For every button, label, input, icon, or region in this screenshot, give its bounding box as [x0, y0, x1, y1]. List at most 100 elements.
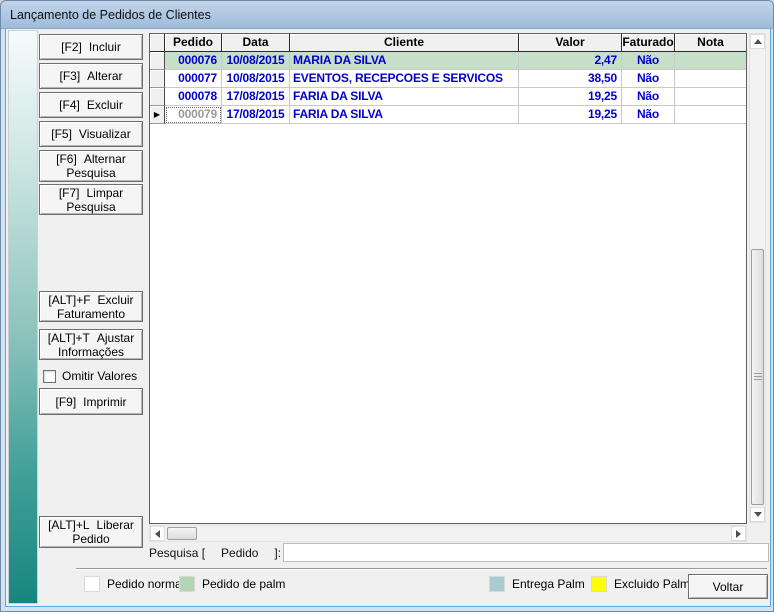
legend-label: Excluido Palm — [614, 577, 690, 591]
button-key: [ALT]+F — [48, 293, 90, 307]
cell-data[interactable]: 17/08/2015 — [222, 106, 290, 124]
cell-faturado[interactable]: Não — [622, 52, 675, 70]
checkbox-box-icon[interactable] — [43, 370, 56, 383]
scroll-down-button[interactable] — [750, 507, 765, 522]
button-label: Alternar — [84, 152, 126, 166]
scroll-right-button[interactable] — [731, 526, 746, 541]
liberar-pedido-button[interactable]: [ALT]+LLiberar Pedido — [39, 516, 143, 548]
cell-faturado[interactable]: Não — [622, 88, 675, 106]
alternar-pesquisa-button[interactable]: [F6]Alternar Pesquisa — [39, 150, 143, 182]
button-label2: Pedido — [72, 532, 109, 546]
title-bar[interactable]: Lançamento de Pedidos de Clientes — [1, 1, 774, 29]
legend-entrega-palm: Entrega Palm — [489, 576, 585, 592]
legend-swatch-green — [179, 576, 195, 592]
column-header-pedido[interactable]: Pedido — [165, 34, 222, 52]
button-label2: Faturamento — [57, 307, 125, 321]
footer-separator — [76, 568, 767, 570]
vertical-scroll-track[interactable] — [750, 49, 765, 507]
checkbox-label: Omitir Valores — [62, 369, 137, 383]
orders-grid: Pedido Data Cliente Valor Faturado Nota … — [149, 33, 747, 524]
table-row[interactable]: 000077 10/08/2015 EVENTOS, RECEPCOES E S… — [150, 70, 746, 88]
column-header-data[interactable]: Data — [222, 34, 290, 52]
vertical-scrollbar[interactable] — [749, 33, 766, 523]
scroll-right-icon — [736, 530, 741, 538]
cell-pedido-focused[interactable]: 000079 — [165, 106, 222, 124]
table-row-selected[interactable]: ▶ 000079 17/08/2015 FARIA DA SILVA 19,25… — [150, 106, 746, 124]
horizontal-scroll-track[interactable] — [165, 526, 731, 541]
search-label-suffix: ]: — [274, 546, 281, 560]
button-label2: Informações — [58, 345, 124, 359]
legend-swatch-white — [84, 576, 100, 592]
cell-valor[interactable]: 19,25 — [519, 106, 622, 124]
scroll-up-icon — [754, 39, 762, 44]
scroll-left-icon — [155, 530, 160, 538]
vertical-scroll-thumb[interactable] — [751, 249, 764, 505]
cell-nota[interactable] — [675, 70, 746, 88]
grid-corner — [150, 34, 165, 52]
cell-faturado[interactable]: Não — [622, 70, 675, 88]
scroll-up-button[interactable] — [750, 34, 765, 49]
column-header-nota[interactable]: Nota — [675, 34, 746, 52]
row-selector-icon: ▶ — [154, 110, 160, 119]
ajustar-informacoes-button[interactable]: [ALT]+T Ajustar Informações — [39, 329, 143, 360]
cell-cliente[interactable]: FARIA DA SILVA — [290, 106, 519, 124]
cell-pedido[interactable]: 000078 — [165, 88, 222, 106]
voltar-button[interactable]: Voltar — [688, 574, 768, 599]
imprimir-button[interactable]: [F9] Imprimir — [39, 388, 143, 415]
legend-label: Pedido normal — [107, 577, 184, 591]
scroll-left-button[interactable] — [150, 526, 165, 541]
button-label: Limpar — [86, 186, 123, 200]
alterar-button[interactable]: [F3]Alterar — [39, 63, 143, 89]
cell-valor[interactable]: 38,50 — [519, 70, 622, 88]
horizontal-scrollbar[interactable] — [149, 525, 747, 542]
row-indicator — [150, 52, 165, 70]
column-header-valor[interactable]: Valor — [519, 34, 622, 52]
button-key: [F9] — [56, 395, 77, 409]
cell-nota[interactable] — [675, 106, 746, 124]
button-key: [ALT]+L — [48, 518, 89, 532]
incluir-button[interactable]: [F2]Incluir — [39, 34, 143, 60]
column-header-faturado[interactable]: Faturado — [622, 34, 675, 52]
visualizar-button[interactable]: [F5]Visualizar — [39, 121, 143, 147]
button-label2: Pesquisa — [66, 166, 115, 180]
button-label: Imprimir — [83, 395, 126, 409]
scroll-down-icon — [754, 512, 762, 517]
cell-data[interactable]: 10/08/2015 — [222, 52, 290, 70]
scrollbar-grip-icon — [754, 373, 762, 381]
legend-swatch-teal — [489, 576, 505, 592]
button-label: Ajustar — [97, 331, 134, 345]
row-indicator — [150, 88, 165, 106]
horizontal-scroll-thumb[interactable] — [167, 527, 197, 540]
cell-cliente[interactable]: MARIA DA SILVA — [290, 52, 519, 70]
cell-faturado[interactable]: Não — [622, 106, 675, 124]
button-label2: Pesquisa — [66, 200, 115, 214]
button-key: [F4] — [59, 98, 80, 112]
cell-nota[interactable] — [675, 52, 746, 70]
cell-valor[interactable]: 19,25 — [519, 88, 622, 106]
cell-cliente[interactable]: EVENTOS, RECEPCOES E SERVICOS — [290, 70, 519, 88]
excluir-faturamento-button[interactable]: [ALT]+F Excluir Faturamento — [39, 291, 143, 322]
column-header-cliente[interactable]: Cliente — [290, 34, 519, 52]
legend-pedido-normal: Pedido normal — [84, 576, 184, 592]
table-row[interactable]: 000078 17/08/2015 FARIA DA SILVA 19,25 N… — [150, 88, 746, 106]
cell-data[interactable]: 10/08/2015 — [222, 70, 290, 88]
client-area: [F2]Incluir [F3]Alterar [F4]Excluir [F5]… — [5, 29, 771, 607]
cell-nota[interactable] — [675, 88, 746, 106]
excluir-button[interactable]: [F4]Excluir — [39, 92, 143, 118]
cell-pedido[interactable]: 000077 — [165, 70, 222, 88]
table-row[interactable]: 000076 10/08/2015 MARIA DA SILVA 2,47 Nã… — [150, 52, 746, 70]
cell-data[interactable]: 17/08/2015 — [222, 88, 290, 106]
cell-cliente[interactable]: FARIA DA SILVA — [290, 88, 519, 106]
omitir-valores-checkbox[interactable]: Omitir Valores — [43, 369, 137, 383]
button-label: Visualizar — [79, 127, 131, 141]
limpar-pesquisa-button[interactable]: [F7] Limpar Pesquisa — [39, 184, 143, 215]
button-label: Alterar — [87, 69, 122, 83]
button-key: [F7] — [59, 186, 80, 200]
row-indicator: ▶ — [150, 106, 165, 124]
search-label: Pesquisa [ Pedido ]: — [149, 546, 281, 560]
search-input[interactable] — [283, 543, 769, 562]
button-label: Excluir — [98, 293, 134, 307]
cell-pedido[interactable]: 000076 — [165, 52, 222, 70]
button-key: [ALT]+T — [48, 331, 90, 345]
cell-valor[interactable]: 2,47 — [519, 52, 622, 70]
